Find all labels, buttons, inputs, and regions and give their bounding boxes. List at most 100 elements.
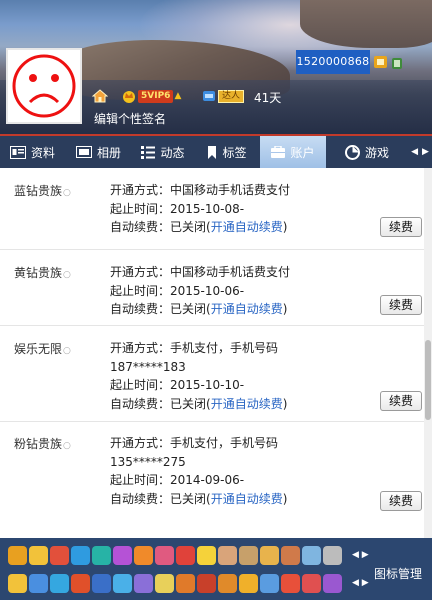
qq-music-icon[interactable]: [50, 574, 69, 593]
phone-icon[interactable]: [260, 574, 279, 593]
list-item: 粉钻贵族○ 开通方式：手机支付，手机号码 135*****275 起止时间：20…: [0, 422, 432, 520]
masked-phone: 135*****275: [110, 454, 186, 469]
tab-next-arrow-icon[interactable]: ▶: [422, 147, 429, 157]
feed-icon: [141, 145, 156, 159]
lion-icon[interactable]: [281, 574, 300, 593]
yellow-diamond-icon[interactable]: [29, 546, 48, 565]
enable-auto-renew-link[interactable]: 开通自动续费: [211, 492, 283, 506]
icon-manage-link[interactable]: 图标管理: [374, 565, 422, 582]
paren-close: ): [282, 220, 288, 234]
daren-badge[interactable]: 达人: [202, 88, 245, 104]
bookmark-icon: [208, 145, 217, 159]
tab-label: 资料: [30, 145, 55, 160]
vip-badge[interactable]: 5VIP6 ▲: [122, 88, 181, 104]
qq-penguin-icon[interactable]: [8, 546, 27, 565]
list-item: 蓝钻贵族○ 开通方式：中国移动手机话费支付 起止时间：2015-10-08- 自…: [0, 168, 432, 250]
flame-icon[interactable]: [176, 574, 195, 593]
enable-auto-renew-link[interactable]: 开通自动续费: [211, 302, 283, 316]
tab-label: 动态: [160, 145, 185, 160]
pay-method: 开通方式：手机支付，手机号码: [110, 341, 279, 355]
auto-renew-line: 自动续费：已关闭(开通自动续费): [110, 300, 290, 319]
paren-close: ): [282, 491, 288, 506]
violet-icon[interactable]: [323, 574, 342, 593]
auto-renew-status: 自动续费：已关闭(: [110, 220, 211, 234]
tab-games[interactable]: 游戏: [326, 136, 408, 168]
tab-scroll: ◀ ▶: [408, 136, 432, 168]
gold-gem-icon[interactable]: [197, 546, 216, 565]
qq-game-icon[interactable]: [29, 574, 48, 593]
icon-row-bottom-arrows[interactable]: ◀ ▶: [352, 578, 369, 588]
blue-square-icon[interactable]: [92, 574, 111, 593]
shop-icon[interactable]: [197, 574, 216, 593]
helmet-icon[interactable]: [323, 546, 342, 565]
bear-icon[interactable]: [302, 574, 321, 593]
expiry-date: 起止时间：2015-10-10-: [110, 378, 245, 392]
game-pad-icon[interactable]: [281, 546, 300, 565]
music-icon[interactable]: [176, 546, 195, 565]
avatar[interactable]: [6, 48, 82, 124]
music-note-icon[interactable]: [218, 546, 237, 565]
tab-prev-arrow-icon[interactable]: ◀: [411, 147, 418, 157]
phone-number[interactable]: 1520000868: [296, 50, 370, 74]
book-icon[interactable]: [134, 546, 153, 565]
tab-tags[interactable]: 标签: [194, 136, 260, 168]
edit-signature-link[interactable]: 编辑个性签名: [94, 110, 166, 127]
account-services-list: 蓝钻贵族○ 开通方式：中国移动手机话费支付 起止时间：2015-10-08- 自…: [0, 168, 432, 538]
green-diamond-icon[interactable]: [92, 546, 111, 565]
cartoon-icon[interactable]: [155, 574, 174, 593]
cube-icon[interactable]: [71, 574, 90, 593]
profile-card-icon: [9, 145, 26, 159]
chick-icon[interactable]: [260, 546, 279, 565]
tab-feed[interactable]: 动态: [132, 136, 194, 168]
pink-diamond-icon[interactable]: [155, 546, 174, 565]
pay-method: 开通方式：手机支付，手机号码: [110, 436, 279, 450]
service-details: 开通方式：手机支付，手机号码 135*****275 起止时间：2014-09-…: [110, 434, 287, 508]
crown-icon: [123, 91, 135, 103]
fox-icon[interactable]: [218, 574, 237, 593]
album-icon: [75, 145, 92, 158]
header-rock-top: [300, 0, 432, 48]
paren-close: ): [282, 302, 288, 316]
red-diamond-icon[interactable]: [50, 546, 69, 565]
tab-label: 相册: [96, 145, 121, 160]
service-name: 黄钻贵族○: [14, 264, 71, 281]
scrollbar-thumb[interactable]: [425, 340, 431, 420]
paren-close: ): [282, 396, 288, 411]
renew-button[interactable]: 续费: [380, 217, 422, 237]
icon-row-top: [8, 546, 342, 565]
list-item: 娱乐无限○ 开通方式：手机支付，手机号码 187*****183 起止时间：20…: [0, 326, 432, 422]
mobile-vip-icon[interactable]: [374, 54, 404, 73]
enable-auto-renew-link[interactable]: 开通自动续费: [211, 220, 283, 234]
tab-profile[interactable]: 资料: [0, 136, 65, 168]
tab-album[interactable]: 相册: [65, 136, 132, 168]
blue-diamond-icon[interactable]: [71, 546, 90, 565]
service-details: 开通方式：中国移动手机话费支付 起止时间：2015-10-08- 自动续费：已关…: [110, 181, 290, 237]
content-scrollbar[interactable]: [424, 168, 432, 538]
renew-button[interactable]: 续费: [380, 391, 422, 411]
purple-diamond-icon[interactable]: [113, 546, 132, 565]
tab-label: 标签: [222, 145, 247, 160]
list-item: 黄钻贵族○ 开通方式：中国移动手机话费支付 起止时间：2015-10-06- 自…: [0, 250, 432, 326]
icon-row-bottom: [8, 574, 342, 593]
service-details: 开通方式：中国移动手机话费支付 起止时间：2015-10-06- 自动续费：已关…: [110, 263, 290, 319]
info-dot-icon: ○: [63, 441, 71, 451]
fighter-icon[interactable]: [302, 546, 321, 565]
pay-method: 开通方式：中国移动手机话费支付: [110, 183, 291, 197]
icon-row-top-arrows[interactable]: ◀ ▶: [352, 550, 369, 560]
qzone-home-icon[interactable]: [91, 88, 109, 107]
enable-auto-renew-link[interactable]: 开通自动续费: [211, 397, 283, 411]
expiry-date: 起止时间：2014-09-06-: [110, 473, 245, 487]
game-icon: [344, 144, 360, 160]
pet-icon[interactable]: [239, 546, 258, 565]
globe-icon[interactable]: [113, 574, 132, 593]
profile-header: 1520000868 5VIP6 ▲ 达人 41天 编辑个性签名: [0, 0, 432, 136]
renew-button[interactable]: 续费: [380, 491, 422, 511]
tab-account[interactable]: 账户: [260, 136, 326, 168]
star-icon[interactable]: [8, 574, 27, 593]
expiry-date: 起止时间：2015-10-06-: [110, 283, 245, 298]
gift-icon[interactable]: [134, 574, 153, 593]
renew-button[interactable]: 续费: [380, 295, 422, 315]
card-icon[interactable]: [239, 574, 258, 593]
wallet-icon: [271, 146, 286, 158]
auto-renew-status: 自动续费：已关闭(: [110, 491, 211, 506]
